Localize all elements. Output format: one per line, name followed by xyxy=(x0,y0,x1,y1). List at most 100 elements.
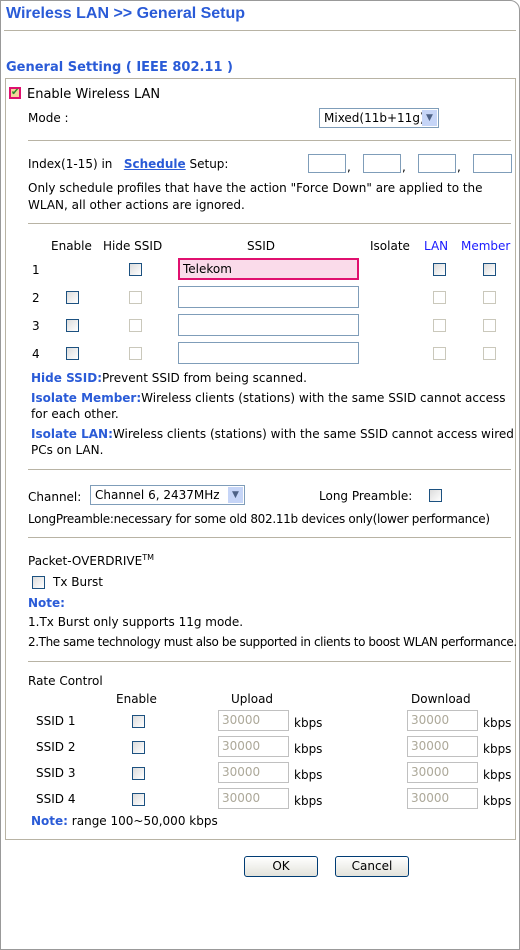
hide-ssid-checkbox[interactable] xyxy=(129,347,142,360)
upload-unit: kbps xyxy=(294,742,323,756)
download-input[interactable]: 30000 xyxy=(407,710,478,731)
rate-col-download: Download xyxy=(411,692,471,706)
download-unit: kbps xyxy=(483,716,512,730)
divider xyxy=(4,30,516,31)
rate-ssid-label: SSID 4 xyxy=(36,792,76,806)
preamble-note: LongPreamble:necessary for some old 802.… xyxy=(28,512,490,526)
note-member-label: Isolate Member: xyxy=(31,391,142,405)
rate-ssid-label: SSID 3 xyxy=(36,766,76,780)
col-isolate: Isolate xyxy=(370,239,410,253)
schedule-link[interactable]: Schedule xyxy=(124,157,186,171)
divider xyxy=(28,140,511,141)
hide-ssid-checkbox[interactable] xyxy=(129,263,142,276)
schedule-index-2[interactable] xyxy=(363,154,401,173)
chevron-down-icon: ▼ xyxy=(228,487,243,503)
upload-input[interactable]: 30000 xyxy=(218,736,289,757)
mode-value: Mixed(11b+11g) xyxy=(324,111,425,125)
upload-input[interactable]: 30000 xyxy=(218,788,289,809)
mode-select[interactable]: Mixed(11b+11g) ▼ xyxy=(319,108,439,128)
isolate-member-checkbox[interactable] xyxy=(483,347,496,360)
isolate-member-checkbox[interactable] xyxy=(483,319,496,332)
download-input[interactable]: 30000 xyxy=(407,762,478,783)
rate-col-upload: Upload xyxy=(231,692,274,706)
rate-enable-checkbox[interactable] xyxy=(132,741,145,754)
ssid-input[interactable]: Telekom xyxy=(178,258,359,280)
schedule-index-3[interactable] xyxy=(418,154,456,173)
channel-label: Channel: xyxy=(28,490,82,504)
rate-ssid-label: SSID 2 xyxy=(36,740,76,754)
rate-col-enable: Enable xyxy=(116,692,157,706)
ssid-enable-checkbox[interactable] xyxy=(66,347,79,360)
rate-enable-checkbox[interactable] xyxy=(132,715,145,728)
divider xyxy=(28,661,511,662)
ssid-index: 3 xyxy=(32,319,40,333)
channel-select[interactable]: Channel 6, 2437MHz ▼ xyxy=(90,485,245,505)
schedule-suffix: Setup: xyxy=(189,157,229,171)
hide-ssid-checkbox[interactable] xyxy=(129,291,142,304)
rate-enable-checkbox[interactable] xyxy=(132,767,145,780)
col-enable: Enable xyxy=(51,239,92,253)
upload-unit: kbps xyxy=(294,768,323,782)
download-unit: kbps xyxy=(483,742,512,756)
ssid-index: 1 xyxy=(32,263,40,277)
col-ssid: SSID xyxy=(247,239,276,253)
col-member: Member xyxy=(461,239,511,253)
enable-wlan-checkbox[interactable]: ✔ xyxy=(9,87,21,99)
page-title: Wireless LAN >> General Setup xyxy=(6,5,246,22)
upload-unit: kbps xyxy=(294,716,323,730)
chevron-down-icon: ▼ xyxy=(422,110,437,126)
rate-enable-checkbox[interactable] xyxy=(132,793,145,806)
isolate-lan-checkbox[interactable] xyxy=(433,347,446,360)
tx-burst-label: Tx Burst xyxy=(53,575,103,589)
ssid-input[interactable] xyxy=(178,286,359,308)
download-input[interactable]: 30000 xyxy=(407,788,478,809)
schedule-label: Index(1-15) in xyxy=(28,157,113,171)
divider xyxy=(28,537,511,538)
isolate-lan-checkbox[interactable] xyxy=(433,291,446,304)
schedule-index-4[interactable] xyxy=(473,154,512,173)
note-hide-label: Hide SSID: xyxy=(31,371,103,385)
ssid-index: 2 xyxy=(32,291,40,305)
long-preamble-label: Long Preamble: xyxy=(319,489,413,503)
rate-note-text: range 100~50,000 kbps xyxy=(71,814,218,828)
schedule-note: Only schedule profiles that have the act… xyxy=(28,181,483,212)
download-unit: kbps xyxy=(483,794,512,808)
ssid-enable-checkbox[interactable] xyxy=(66,319,79,332)
overdrive-note-2: 2.The same technology must also be suppo… xyxy=(28,635,516,649)
upload-input[interactable]: 30000 xyxy=(218,710,289,731)
long-preamble-checkbox[interactable] xyxy=(429,489,442,502)
schedule-index-1[interactable] xyxy=(308,154,346,173)
enable-wlan-label: Enable Wireless LAN xyxy=(27,87,161,102)
trademark: TM xyxy=(142,553,154,562)
ssid-index: 4 xyxy=(32,347,40,361)
ssid-input[interactable] xyxy=(178,314,359,336)
isolate-member-checkbox[interactable] xyxy=(483,291,496,304)
upload-unit: kbps xyxy=(294,794,323,808)
rate-control-title: Rate Control xyxy=(28,674,103,688)
isolate-member-checkbox[interactable] xyxy=(483,263,496,276)
ssid-enable-checkbox[interactable] xyxy=(66,291,79,304)
download-input[interactable]: 30000 xyxy=(407,736,478,757)
tx-burst-checkbox[interactable] xyxy=(32,576,45,589)
note-hide-text: Prevent SSID from being scanned. xyxy=(102,371,307,385)
download-unit: kbps xyxy=(483,768,512,782)
cancel-button[interactable]: Cancel xyxy=(335,856,409,877)
overdrive-title: Packet-OVERDRIVE xyxy=(28,554,143,568)
overdrive-note-1: 1.Tx Burst only supports 11g mode. xyxy=(28,615,244,629)
col-hide-ssid: Hide SSID xyxy=(103,239,163,253)
mode-label: Mode : xyxy=(28,111,69,125)
section-title: General Setting ( IEEE 802.11 ) xyxy=(6,60,233,75)
upload-input[interactable]: 30000 xyxy=(218,762,289,783)
ssid-input[interactable] xyxy=(178,342,359,364)
divider xyxy=(28,223,511,224)
col-lan: LAN xyxy=(424,239,449,253)
isolate-lan-checkbox[interactable] xyxy=(433,263,446,276)
isolate-lan-checkbox[interactable] xyxy=(433,319,446,332)
channel-value: Channel 6, 2437MHz xyxy=(95,488,220,502)
divider xyxy=(28,469,511,470)
ok-button[interactable]: OK xyxy=(244,856,318,877)
rate-note-label: Note: xyxy=(31,814,68,828)
note-lan-label: Isolate LAN: xyxy=(31,427,113,441)
overdrive-note-label: Note: xyxy=(28,596,65,610)
hide-ssid-checkbox[interactable] xyxy=(129,319,142,332)
